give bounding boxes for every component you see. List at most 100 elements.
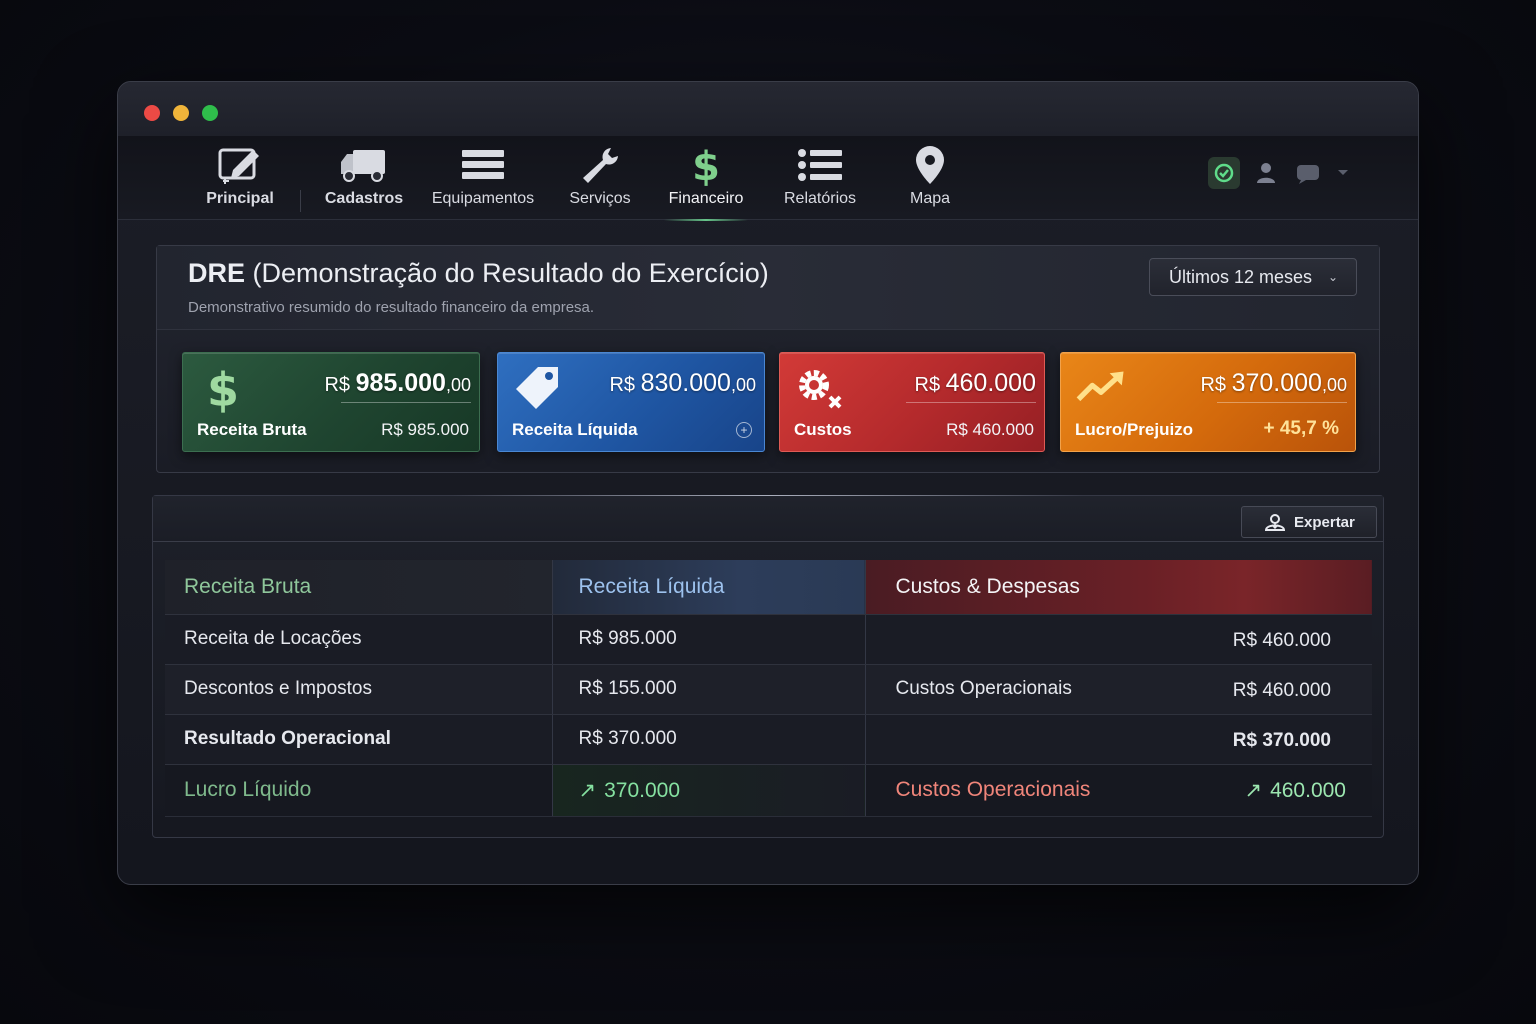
header-custos-despesas[interactable]: Custos & Despesas: [865, 560, 1372, 615]
chevron-down-icon: [1338, 170, 1348, 175]
edit-icon: [218, 148, 259, 184]
nav-label: Cadastros: [324, 190, 404, 207]
page-title: DRE (Demonstração do Resultado do Exercí…: [188, 258, 769, 289]
dre-summary-panel: DRE (Demonstração do Resultado do Exercí…: [156, 245, 1380, 473]
nav-label: Serviços: [569, 190, 631, 207]
user-button[interactable]: [1250, 157, 1282, 189]
table-row[interactable]: Resultado Operacional R$ 370.000 R$ 370.…: [165, 714, 1372, 765]
page-subtitle: Demonstrativo resumido do resultado fina…: [188, 299, 595, 316]
map-pin-icon: [916, 146, 944, 184]
dollar-icon: $: [692, 144, 720, 186]
trending-up-icon: [1076, 371, 1124, 402]
total-value: 370.000: [604, 778, 681, 802]
minimize-window-button[interactable]: [173, 105, 189, 121]
dollar-icon: $: [207, 363, 239, 413]
table-total-row[interactable]: Lucro Líquido ↗ 370.000 Custos Operaciona…: [165, 764, 1372, 817]
add-circle-icon[interactable]: +: [736, 422, 752, 438]
gears-icon: [799, 370, 842, 409]
dre-table-panel: Expertar Receita Bruta Receita Líquida C…: [152, 495, 1384, 838]
row-cost-cell: Custos Operacionais R$ 460.000: [865, 664, 1372, 715]
nav-servicos[interactable]: Serviços: [564, 144, 636, 218]
nav-financeiro[interactable]: $ Financeiro: [664, 144, 748, 221]
nav-mapa[interactable]: Mapa: [894, 144, 966, 218]
header-receita-liquida[interactable]: Receita Líquida: [552, 560, 866, 615]
total-value-cell: ↗ 370.000: [552, 764, 866, 817]
period-select[interactable]: Últimos 12 meses ⌄: [1149, 258, 1357, 296]
row-label: Resultado Operacional: [165, 714, 553, 765]
card-label: Receita Líquida: [512, 420, 638, 439]
row-value: R$ 985.000: [552, 614, 866, 665]
table-header-row: Receita Bruta Receita Líquida Custos & D…: [165, 560, 1372, 615]
card-amount: R$ 985.000,00: [324, 369, 471, 397]
nav-tools: [1208, 156, 1352, 190]
dre-table: Receita Bruta Receita Líquida Custos & D…: [165, 560, 1372, 817]
card-label: Custos: [794, 420, 852, 439]
total-cost-amount: ↗ 460.000: [1244, 778, 1346, 803]
title-abbrev: DRE: [188, 258, 246, 288]
title-full: (Demonstração do Resultado do Exercício): [245, 258, 769, 288]
svg-text:$: $: [692, 144, 720, 186]
arrow-up-right-icon: ↗: [578, 778, 597, 802]
total-cost-cell: Custos Operacionais ↗ 460.000: [865, 764, 1372, 817]
export-label: Expertar: [1294, 514, 1355, 531]
export-button[interactable]: Expertar: [1241, 506, 1377, 538]
close-window-button[interactable]: [144, 105, 160, 121]
nav-equipamentos[interactable]: Equipamentos: [430, 144, 536, 218]
table-row[interactable]: Receita de Locações R$ 985.000 R$ 460.00…: [165, 614, 1372, 665]
arrow-up-right-icon: ↗: [1244, 778, 1263, 802]
card-subvalue: R$ 985.000: [381, 420, 469, 439]
table-toolbar: Expertar: [153, 496, 1383, 542]
total-cost-label: Custos Operacionais: [895, 778, 1091, 801]
header-receita-bruta[interactable]: Receita Bruta: [165, 560, 553, 615]
status-button[interactable]: [1208, 157, 1240, 189]
card-amount: R$ 370.000,00: [1200, 369, 1347, 397]
server-icon: [462, 150, 504, 179]
card-divider: [1217, 402, 1347, 403]
card-label: Receita Bruta: [197, 420, 307, 439]
total-cost-value: 460.000: [1270, 778, 1346, 802]
row-cost-cell: R$ 460.000: [865, 614, 1372, 665]
total-label: Lucro Líquido: [165, 764, 553, 817]
nav-separator: [300, 190, 301, 212]
dre-header: DRE (Demonstração do Resultado do Exercí…: [157, 246, 1379, 330]
card-custos[interactable]: R$ 460.000 Custos R$ 460.000: [779, 352, 1045, 452]
tools-dropdown[interactable]: [1334, 157, 1352, 189]
main-navbar: Principal Cadastros Equipamentos Serviço…: [118, 136, 1418, 221]
list-icon: [798, 149, 842, 181]
chevron-down-icon: ⌄: [1327, 270, 1338, 284]
user-icon: [1257, 163, 1275, 183]
nav-principal[interactable]: Principal: [198, 144, 282, 218]
card-divider: [906, 402, 1036, 403]
row-cost-value: R$ 460.000: [1232, 629, 1331, 651]
svg-text:$: $: [207, 363, 239, 413]
row-cost-value: R$ 370.000: [1232, 729, 1331, 751]
period-value: Últimos 12 meses: [1169, 267, 1313, 287]
nav-cadastros[interactable]: Cadastros: [322, 144, 406, 218]
row-value: R$ 155.000: [552, 664, 866, 715]
row-value: R$ 370.000: [552, 714, 866, 765]
maximize-window-button[interactable]: [202, 105, 218, 121]
tag-icon: [516, 367, 558, 409]
card-lucro-prejuizo[interactable]: R$ 370.000,00 Lucro/Prejuizo + 45,7 %: [1060, 352, 1356, 452]
row-label: Descontos e Impostos: [165, 664, 553, 715]
truck-icon: [341, 150, 385, 182]
messages-button[interactable]: [1292, 157, 1324, 189]
nav-label: Principal: [206, 190, 274, 207]
nav-label: Mapa: [909, 190, 951, 207]
card-percent: + 45,7 %: [1263, 418, 1339, 439]
card-receita-liquida[interactable]: R$ 830.000,00 Receita Líquida +: [497, 352, 765, 452]
export-icon: [1264, 514, 1286, 531]
card-amount: R$ 830.000,00: [609, 369, 756, 397]
nav-relatorios[interactable]: Relatórios: [780, 144, 860, 218]
card-label: Lucro/Prejuizo: [1075, 420, 1194, 439]
card-amount: R$ 460.000: [914, 369, 1037, 397]
chat-icon: [1297, 165, 1319, 184]
table-row[interactable]: Descontos e Impostos R$ 155.000 Custos O…: [165, 664, 1372, 715]
row-cost-value: R$ 460.000: [1232, 679, 1331, 701]
card-divider: [341, 402, 471, 403]
app-window: Principal Cadastros Equipamentos Serviço…: [117, 81, 1419, 885]
card-receita-bruta[interactable]: $ R$ 985.000,00 Receita Bruta R$ 985.000: [182, 352, 480, 452]
nav-label: Relatórios: [783, 190, 857, 207]
nav-label: Financeiro: [668, 190, 744, 207]
row-label: Receita de Locações: [165, 614, 553, 665]
